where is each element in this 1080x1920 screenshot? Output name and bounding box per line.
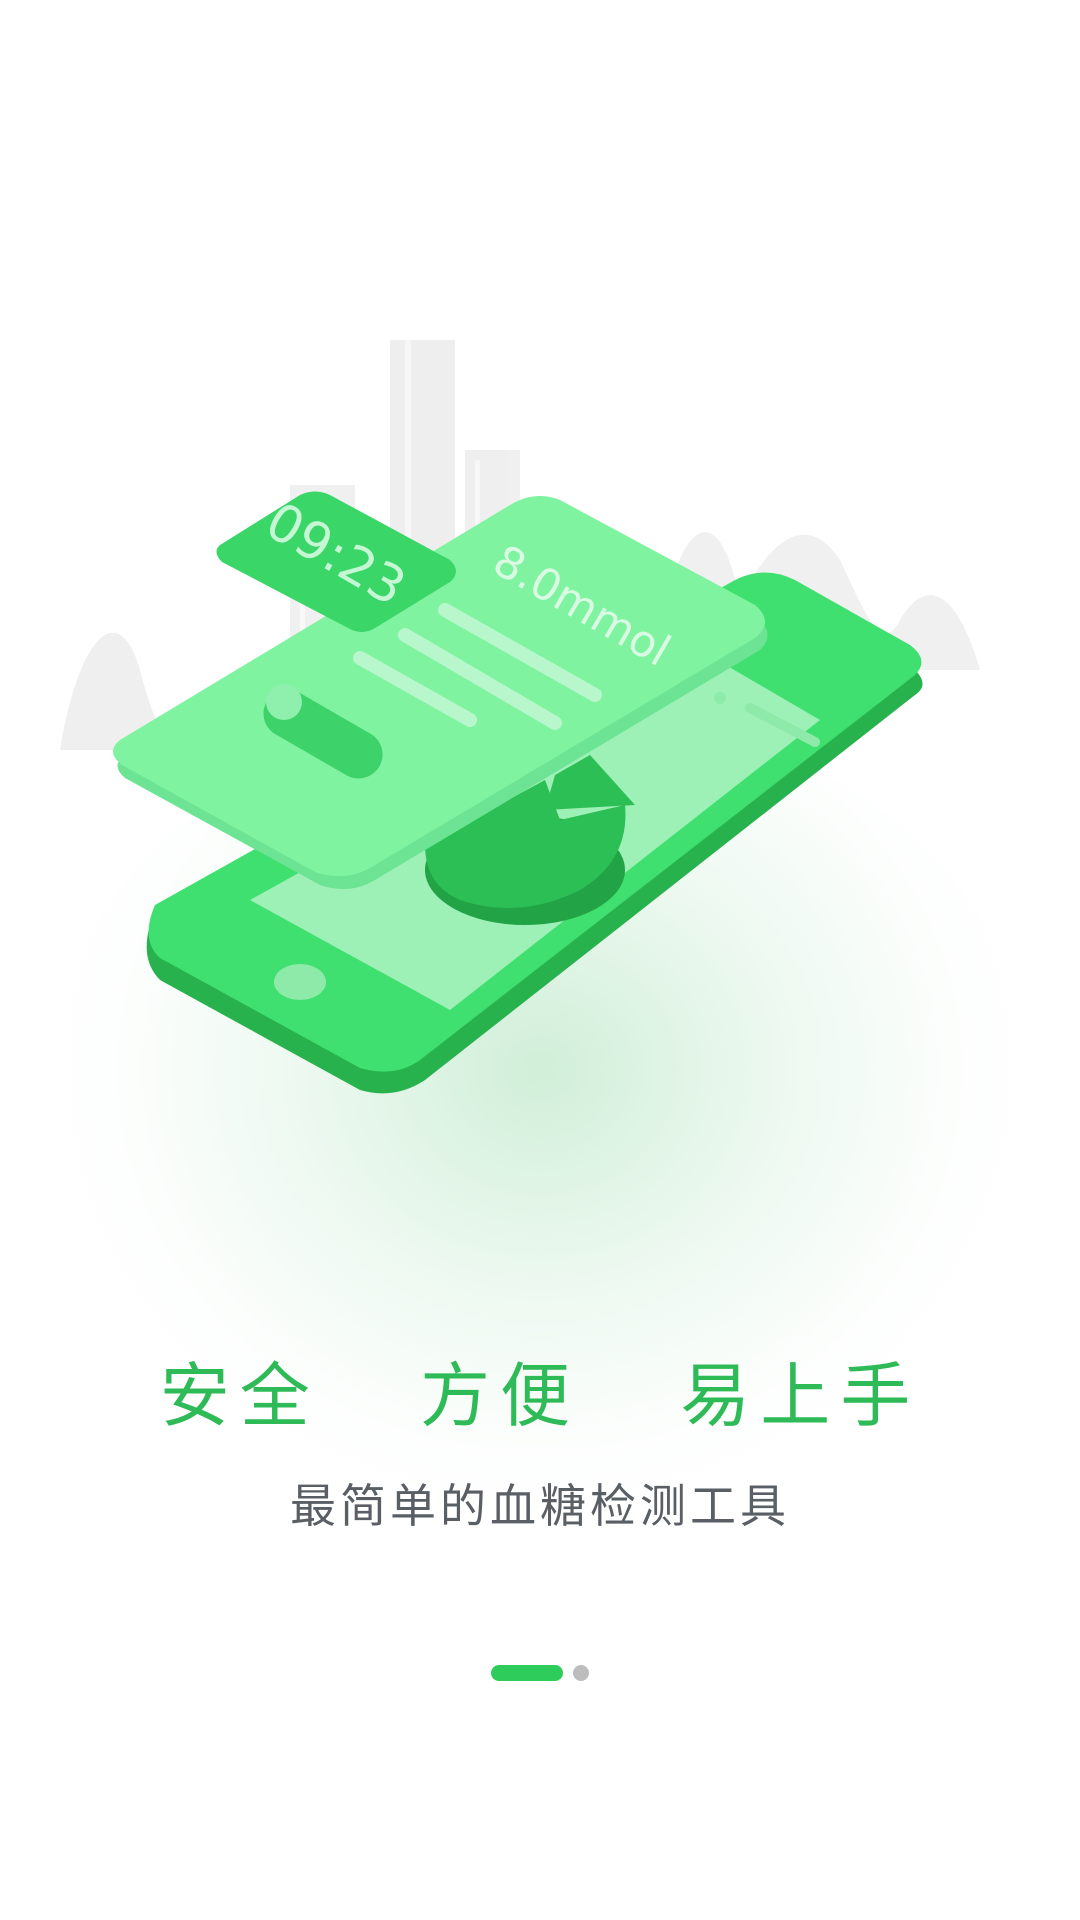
headline: 安全 方便 易上手 [0,1340,1080,1441]
page-dot-active[interactable] [491,1665,563,1681]
phone-illustration: 8.0mmol 09:23 [60,340,980,1094]
headline-item-safe: 安全 [159,1355,320,1437]
page-dot[interactable] [573,1665,589,1681]
onboarding-screen: 8.0mmol 09:23 安全 方便 易上手 最简单的血糖检测工具 [0,0,1080,1920]
camera-dot [714,692,726,704]
page-indicator [0,1665,1080,1681]
subtitle: 最简单的血糖检测工具 [290,1479,790,1533]
headline-item-convenient: 方便 [420,1355,580,1437]
headline-item-easy: 易上手 [680,1355,921,1437]
home-button [274,964,326,1000]
